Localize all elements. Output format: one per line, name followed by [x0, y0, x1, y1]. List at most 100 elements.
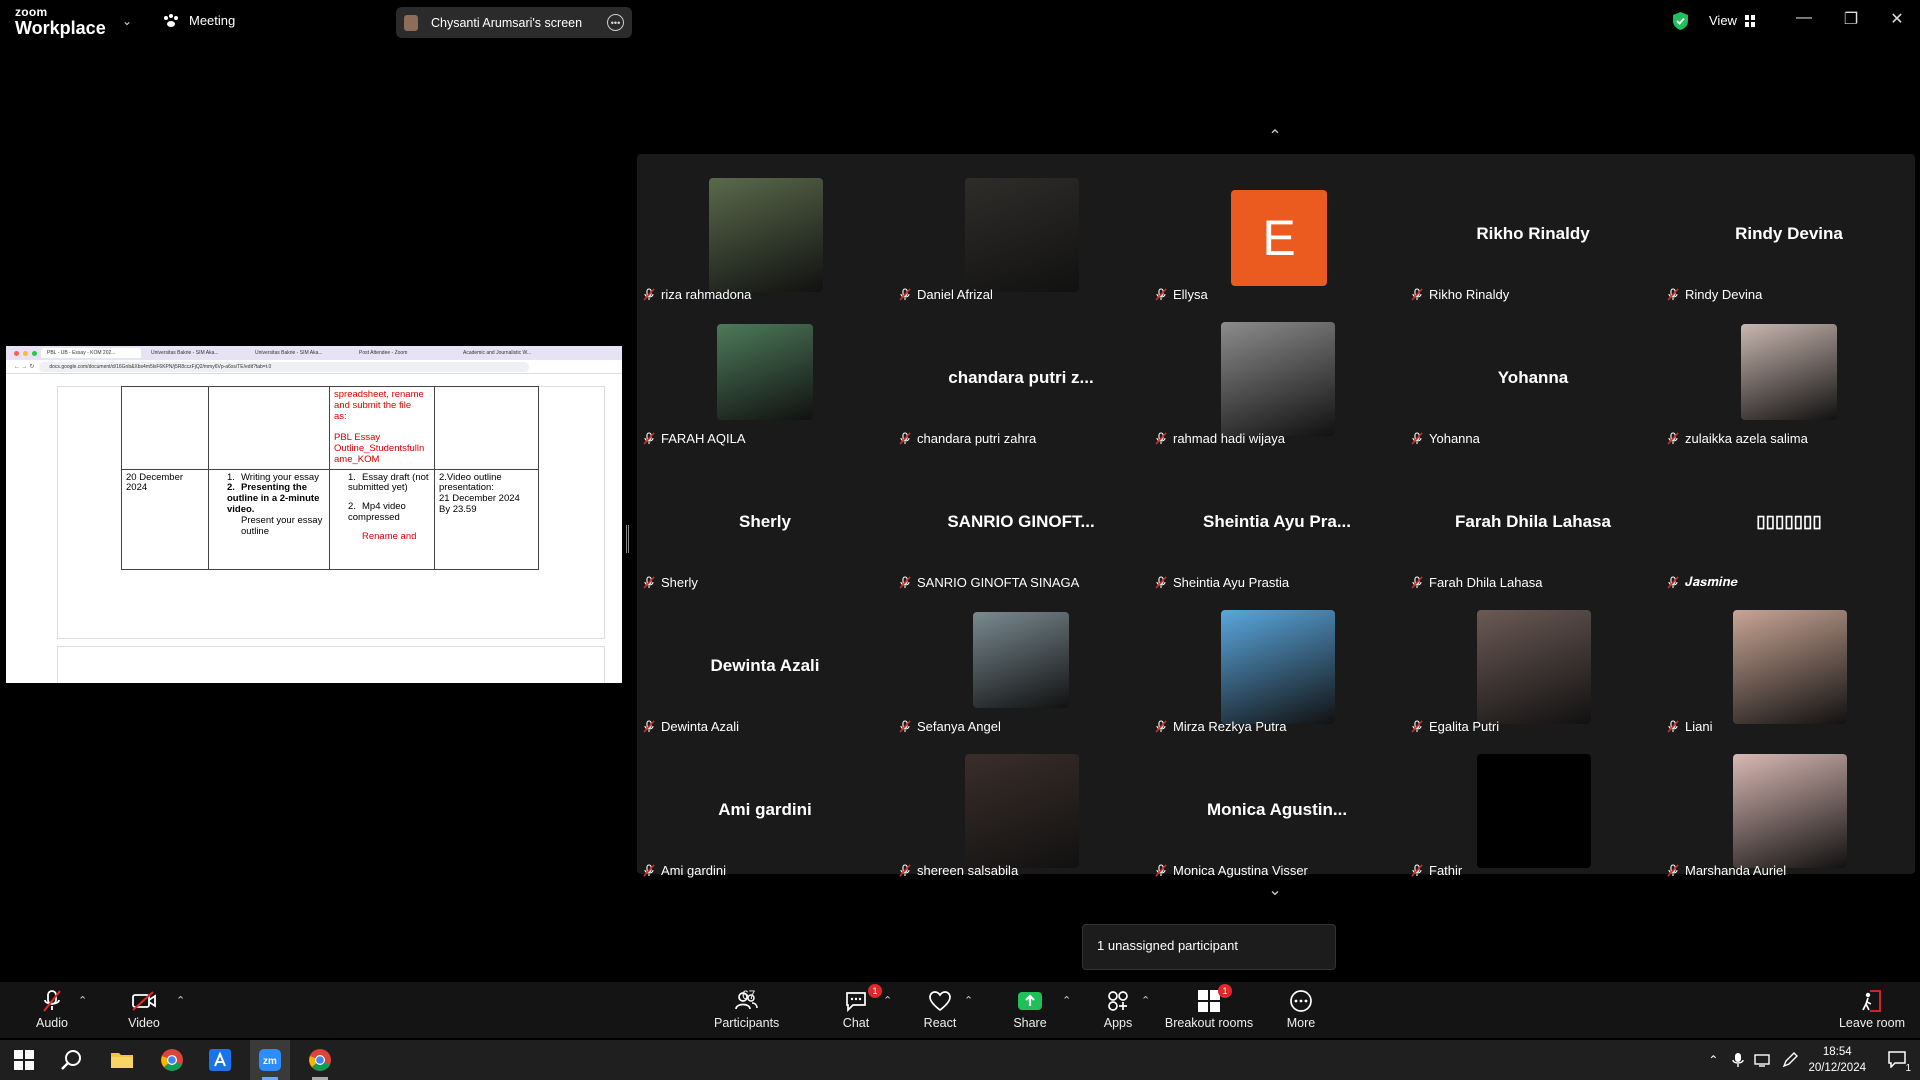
- participants-count: 67: [742, 988, 756, 1002]
- participant-tile[interactable]: zulaikka azela salima: [1661, 310, 1917, 454]
- avatar: E: [1231, 190, 1327, 286]
- participant-tile[interactable]: Rindy Devina Rindy Devina: [1661, 166, 1917, 310]
- network-icon[interactable]: [1754, 1053, 1772, 1067]
- participant-video: [1477, 754, 1591, 868]
- split-view-handle[interactable]: [626, 525, 629, 553]
- view-button[interactable]: View: [1709, 13, 1755, 28]
- participant-name: Liani: [1685, 719, 1713, 734]
- participant-tile[interactable]: E Ellysa: [1149, 166, 1405, 310]
- mic-muted-icon: [1155, 288, 1167, 301]
- participant-video: [1733, 754, 1847, 868]
- unassigned-participant-popup[interactable]: 1 unassigned participant: [1082, 924, 1336, 970]
- chat-options-chevron-icon[interactable]: ⌃: [883, 994, 892, 1007]
- audio-options-chevron-icon[interactable]: ⌃: [78, 994, 87, 1007]
- participant-gallery: riza rahmadona Daniel Afrizal E Ellysa Rikho…: [637, 154, 1917, 878]
- submission-red-text: Rename and: [362, 531, 417, 543]
- mic-muted-icon: [1155, 720, 1167, 733]
- cell-line: as:: [334, 410, 347, 422]
- breakout-rooms-button[interactable]: 1 Breakout rooms: [1164, 984, 1254, 1030]
- chrome-icon[interactable]: [308, 1048, 332, 1072]
- participant-tile[interactable]: Yohanna Yohanna: [1405, 310, 1661, 454]
- participant-tile[interactable]: Farah Dhila Lahasa Farah Dhila Lahasa: [1405, 454, 1661, 598]
- participant-tile[interactable]: Rikho Rinaldy Rikho Rinaldy: [1405, 166, 1661, 310]
- scroll-up-icon[interactable]: ⌃: [1255, 126, 1295, 146]
- participant-tile[interactable]: Sefanya Angel: [893, 598, 1149, 742]
- mic-muted-icon: [1411, 432, 1423, 445]
- clock[interactable]: 18:54 20/12/2024: [1808, 1044, 1866, 1076]
- video-button[interactable]: Video: [124, 988, 164, 1030]
- leave-room-button[interactable]: Leave room: [1836, 988, 1908, 1030]
- screen-share-pill[interactable]: Chysanti Arumsari's screen •••: [396, 7, 632, 38]
- meeting-menu[interactable]: Meeting: [163, 13, 235, 28]
- participant-name-tag: Daniel Afrizal: [899, 287, 993, 302]
- system-tray: ⌃ 18:54 20/12/2024 1: [1708, 1040, 1920, 1080]
- shared-screen[interactable]: PBL - UB - Essay - KOM 202... Universita…: [6, 346, 622, 683]
- participant-tile[interactable]: Ami gardini Ami gardini: [637, 742, 893, 886]
- participant-tile[interactable]: Liani: [1661, 598, 1917, 742]
- share-button[interactable]: Share: [1010, 988, 1050, 1030]
- scroll-down-icon[interactable]: ⌄: [1255, 880, 1295, 900]
- share-options-chevron-icon[interactable]: ⌃: [1062, 994, 1071, 1007]
- participant-tile[interactable]: ▯▯▯▯▯▯▯ 𝑱𝒂𝒔𝒎𝒊𝒏𝒆: [1661, 454, 1917, 598]
- mic-muted-icon: [899, 432, 911, 445]
- participant-name: shereen salsabila: [917, 863, 1019, 878]
- tray-expand-icon[interactable]: ⌃: [1708, 1053, 1718, 1067]
- participant-video: [973, 612, 1069, 708]
- table-row: 20 December 2024 1. Writing your essay 2.…: [121, 468, 539, 570]
- chat-button[interactable]: 1 Chat: [836, 984, 882, 1030]
- react-options-chevron-icon[interactable]: ⌃: [964, 994, 973, 1007]
- participant-tile[interactable]: Fathir: [1405, 742, 1661, 886]
- react-button[interactable]: React: [920, 988, 960, 1030]
- chat-icon: [846, 992, 866, 1012]
- participant-tile[interactable]: FARAH AQILA: [637, 310, 893, 454]
- apps-button[interactable]: Apps: [1098, 988, 1138, 1030]
- chat-label: Chat: [842, 1016, 870, 1030]
- chrome-icon[interactable]: [160, 1048, 184, 1072]
- participant-tile[interactable]: Daniel Afrizal: [893, 166, 1149, 310]
- apps-options-chevron-icon[interactable]: ⌃: [1141, 994, 1150, 1007]
- microphone-icon[interactable]: [1732, 1052, 1745, 1068]
- browser-address-bar: ← → ↻ docs.google.com/document/d/16Gnb&X…: [6, 360, 622, 374]
- participant-name-tag: Dewinta Azali: [643, 719, 739, 734]
- participant-tile[interactable]: Sheintia Ayu Pra... Sheintia Ayu Prastia: [1149, 454, 1405, 598]
- participant-tile[interactable]: Dewinta Azali Dewinta Azali: [637, 598, 893, 742]
- participant-tile[interactable]: shereen salsabila: [893, 742, 1149, 886]
- zoom-icon[interactable]: zm: [258, 1048, 282, 1072]
- nav-arrows-icon: ← → ↻: [14, 364, 35, 370]
- participant-tile[interactable]: Egalita Putri: [1405, 598, 1661, 742]
- participant-tile[interactable]: Marshanda Auriel: [1661, 742, 1917, 886]
- participant-tile[interactable]: Monica Agustin... Monica Agustina Visser: [1149, 742, 1405, 886]
- participants-button[interactable]: 67 Participants: [714, 988, 779, 1030]
- participant-name-tag: Sherly: [643, 575, 698, 590]
- participant-name: rahmad hadi wijaya: [1173, 431, 1286, 446]
- windows-start-icon[interactable]: [12, 1048, 36, 1072]
- participant-name: Fathir: [1429, 863, 1463, 878]
- participant-name-tag: Egalita Putri: [1411, 719, 1499, 734]
- more-button[interactable]: More: [1281, 988, 1321, 1030]
- participant-name: Daniel Afrizal: [917, 287, 993, 302]
- video-options-chevron-icon[interactable]: ⌃: [176, 994, 185, 1007]
- shield-icon[interactable]: [1672, 11, 1689, 31]
- participant-video: [709, 178, 823, 292]
- close-icon[interactable]: ✕: [1882, 9, 1912, 29]
- participant-tile[interactable]: SANRIO GINOFT... SANRIO GINOFTA SINAGA: [893, 454, 1149, 598]
- participant-tile[interactable]: Mirza Rezkya Putra: [1149, 598, 1405, 742]
- app-store-icon[interactable]: [208, 1048, 232, 1072]
- audio-button[interactable]: Audio: [32, 988, 72, 1030]
- file-explorer-icon[interactable]: [110, 1048, 134, 1072]
- participant-display-name: Yohanna: [1497, 368, 1569, 387]
- participant-name-tag: chandara putri zahra: [899, 431, 1036, 446]
- notification-center[interactable]: 1: [1888, 1050, 1911, 1074]
- participant-tile[interactable]: rahmad hadi wijaya: [1149, 310, 1405, 454]
- search-icon[interactable]: [60, 1048, 84, 1072]
- participant-tile[interactable]: Sherly Sherly: [637, 454, 893, 598]
- restore-icon[interactable]: ❐: [1836, 9, 1866, 29]
- more-options-icon[interactable]: •••: [607, 14, 624, 31]
- minimize-icon[interactable]: —: [1789, 9, 1819, 27]
- participant-tile[interactable]: riza rahmadona: [637, 166, 893, 310]
- participant-name-tag: Farah Dhila Lahasa: [1411, 575, 1542, 590]
- pen-icon[interactable]: [1782, 1052, 1799, 1068]
- participant-tile[interactable]: chandara putri z... chandara putri zahra: [893, 310, 1149, 454]
- participant-display-name: Sheintia Ayu Pra...: [1202, 512, 1351, 531]
- chevron-down-icon[interactable]: ⌄: [122, 14, 132, 28]
